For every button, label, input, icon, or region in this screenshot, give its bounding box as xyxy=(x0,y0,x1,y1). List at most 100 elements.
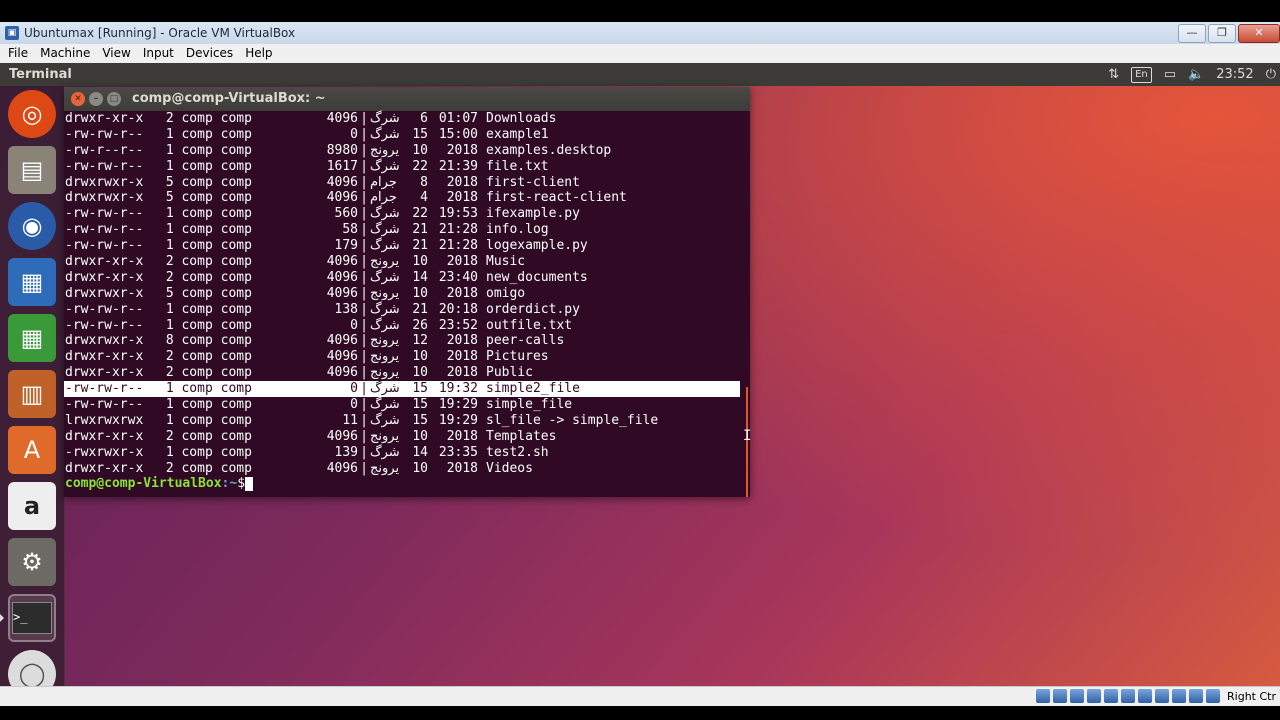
virtualization-icon[interactable] xyxy=(1172,689,1187,703)
file-permissions: -rw-rw-r-- xyxy=(65,126,144,142)
shared-folders-icon[interactable] xyxy=(1121,689,1136,703)
terminal-line: drwxr-xr-x 2 comp comp 4096 | يرونج 10 2018 Vi… xyxy=(64,461,750,477)
file-time: 2018 xyxy=(446,349,478,365)
terminal-line: drwxr-xr-x 2 comp comp 4096 | يرونج 10 2018 Mu… xyxy=(64,254,750,270)
software-center-icon[interactable]: A xyxy=(8,426,56,474)
file-day: 22 xyxy=(412,158,428,174)
file-time: 2018 xyxy=(446,428,478,444)
file-permissions: -rw-rw-r-- xyxy=(65,381,144,397)
file-time: 19:29 xyxy=(438,412,478,428)
file-size: 4096 xyxy=(326,428,358,444)
menu-devices[interactable]: Devices xyxy=(180,44,239,63)
file-size: 0 xyxy=(350,381,358,397)
file-name: test2.sh xyxy=(486,444,549,460)
volume-icon[interactable]: 🔈 xyxy=(1188,63,1204,86)
file-name: first-client xyxy=(486,174,580,190)
file-size: 0 xyxy=(350,126,358,142)
display-icon[interactable] xyxy=(1138,689,1153,703)
terminal-title: comp@comp-VirtualBox: ~ xyxy=(132,91,326,106)
writer-icon[interactable]: ▦ xyxy=(8,258,56,306)
file-name: ifexample.py xyxy=(486,206,580,222)
file-permissions: -rw-rw-r-- xyxy=(65,238,144,254)
terminal-line: drwxr-xr-x 2 comp comp 4096 | شرگ 6 01:07 Down… xyxy=(64,111,750,127)
power-icon[interactable]: ⏻ xyxy=(1266,63,1276,86)
file-time: 20:18 xyxy=(438,301,478,317)
dvd-icon[interactable]: ◯ xyxy=(8,650,56,686)
ubuntu-logo-icon[interactable]: ◎ xyxy=(8,90,56,138)
usb-icon[interactable] xyxy=(1104,689,1119,703)
menu-view[interactable]: View xyxy=(96,44,136,63)
file-permissions: -rw-r--r-- xyxy=(65,142,144,158)
restore-button[interactable]: ❐ xyxy=(1208,24,1236,43)
terminal-window[interactable]: ✕ – □ comp@comp-VirtualBox: ~ drwxr-xr-x… xyxy=(64,87,750,497)
optical-drive-icon[interactable] xyxy=(1053,689,1068,703)
files-icon[interactable]: ▤ xyxy=(8,146,56,194)
file-name: Videos xyxy=(486,460,533,476)
file-day: 6 xyxy=(420,111,428,126)
amazon-icon[interactable]: a xyxy=(8,482,56,530)
terminal-close-button[interactable]: ✕ xyxy=(71,92,85,106)
close-button[interactable]: ✕ xyxy=(1238,24,1280,43)
file-name: Music xyxy=(486,254,526,270)
network-icon[interactable]: ⇅ xyxy=(1108,63,1119,86)
mouse-integration-icon[interactable] xyxy=(1189,689,1204,703)
file-owner-group: 2 comp comp xyxy=(158,111,252,126)
hard-disk-icon[interactable] xyxy=(1036,689,1051,703)
menu-input[interactable]: Input xyxy=(137,44,180,63)
file-time: 23:40 xyxy=(438,269,478,285)
file-name: simple2_file xyxy=(486,381,580,397)
bidi-separator: | xyxy=(360,126,368,142)
bidi-separator: | xyxy=(360,349,368,365)
file-time: 23:35 xyxy=(438,444,478,460)
file-owner-group: 1 comp comp xyxy=(158,142,252,158)
menu-file[interactable]: File xyxy=(2,44,34,63)
file-size: 11 xyxy=(342,412,358,428)
vbox-menu-bar: File Machine View Input Devices Help xyxy=(0,44,1280,63)
file-owner-group: 1 comp comp xyxy=(158,126,252,142)
file-time: 2018 xyxy=(446,333,478,349)
active-app-name: Terminal xyxy=(9,67,72,82)
file-time: 23:52 xyxy=(438,317,478,333)
bidi-separator: | xyxy=(360,238,368,254)
terminal-title-bar[interactable]: ✕ – □ comp@comp-VirtualBox: ~ xyxy=(64,87,750,111)
impress-icon[interactable]: ▥ xyxy=(8,370,56,418)
terminal-minimize-button[interactable]: – xyxy=(89,92,103,106)
menu-help[interactable]: Help xyxy=(239,44,278,63)
file-owner-group: 2 comp comp xyxy=(158,349,252,365)
terminal-output[interactable]: drwxr-xr-x 2 comp comp 4096 | شرگ 6 01:07 Down… xyxy=(64,111,750,497)
terminal-maximize-button[interactable]: □ xyxy=(107,92,121,106)
ubuntu-launcher: ◎ ▤ ◉ ▦ ▦ ▥ A a ⚙ >_ ◯ xyxy=(0,86,65,686)
file-time: 2018 xyxy=(446,190,478,206)
menu-machine[interactable]: Machine xyxy=(34,44,96,63)
file-month: يرونج xyxy=(370,460,400,476)
calc-icon[interactable]: ▦ xyxy=(8,314,56,362)
file-month: يرونج xyxy=(370,254,400,270)
file-owner-group: 1 comp comp xyxy=(158,412,252,428)
keyboard-capture-icon[interactable] xyxy=(1206,689,1221,703)
clock[interactable]: 23:52 xyxy=(1216,63,1253,86)
file-month: شرگ xyxy=(370,158,400,174)
file-month: شرگ xyxy=(370,317,400,333)
shell-prompt[interactable]: comp@comp-VirtualBox:~$ xyxy=(64,476,750,492)
file-name: info.log xyxy=(486,222,549,238)
terminal-icon[interactable]: >_ xyxy=(8,594,56,642)
battery-icon[interactable]: ▭ xyxy=(1164,63,1176,86)
file-size: 4096 xyxy=(326,111,358,126)
audio-icon[interactable] xyxy=(1070,689,1085,703)
file-time: 2018 xyxy=(446,460,478,476)
bidi-separator: | xyxy=(360,254,368,270)
file-name: new_documents xyxy=(486,269,588,285)
file-month: يرونج xyxy=(370,349,400,365)
network-adapter-icon[interactable] xyxy=(1087,689,1102,703)
firefox-icon[interactable]: ◉ xyxy=(8,202,56,250)
bidi-separator: | xyxy=(360,444,368,460)
minimize-button[interactable]: — xyxy=(1178,24,1206,43)
file-permissions: -rw-rw-r-- xyxy=(65,158,144,174)
system-settings-icon[interactable]: ⚙ xyxy=(8,538,56,586)
keyboard-layout[interactable]: En xyxy=(1131,66,1152,83)
bidi-separator: | xyxy=(360,142,368,158)
file-time: 21:39 xyxy=(438,158,478,174)
video-capture-icon[interactable] xyxy=(1155,689,1170,703)
file-size: 0 xyxy=(350,317,358,333)
prompt-symbol: $ xyxy=(237,476,246,492)
